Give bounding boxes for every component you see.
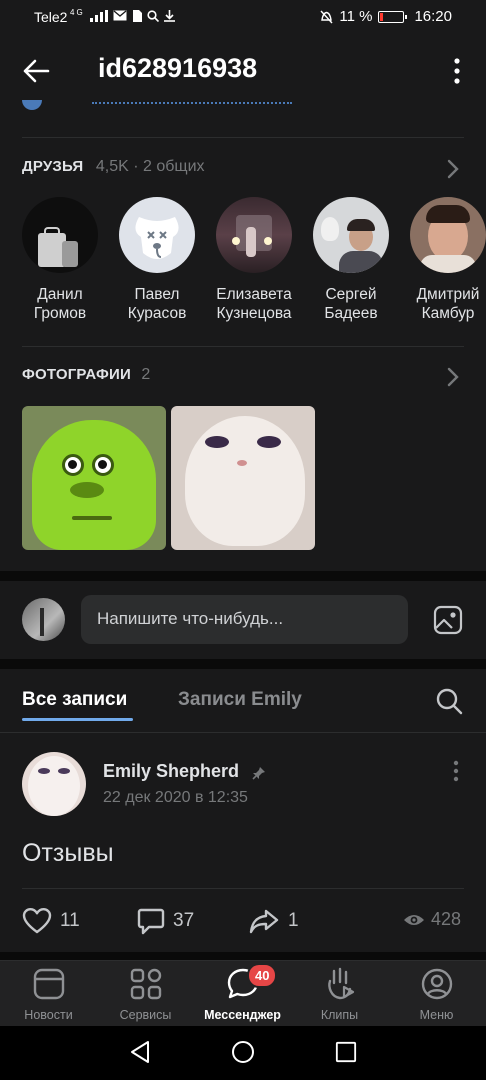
- friend-card[interactable]: Данил Громов: [12, 197, 108, 323]
- photos-section-header[interactable]: ФОТОГРАФИИ 2: [22, 366, 464, 388]
- avatar: [119, 197, 195, 273]
- post-composer-input[interactable]: Напишите что-нибудь...: [81, 595, 408, 644]
- friend-card[interactable]: Дмитрий Камбур: [400, 197, 486, 323]
- status-right: 11 % 16:20: [320, 8, 452, 25]
- like-count: 11: [60, 910, 80, 931]
- post-text: Отзывы: [22, 839, 114, 867]
- friend-card[interactable]: Сергей Бадеев: [303, 197, 399, 323]
- deactivated-dog-icon: [135, 217, 179, 259]
- services-icon: [130, 968, 161, 1000]
- post-author-avatar[interactable]: [22, 752, 86, 816]
- home-circle-icon[interactable]: [231, 1040, 255, 1064]
- avatar: [313, 197, 389, 273]
- nav-clips-label: Клипы: [320, 1008, 359, 1022]
- photos-count: 2: [141, 366, 151, 383]
- download-icon: [164, 9, 176, 22]
- divider: [22, 888, 464, 889]
- arrow-left-icon[interactable]: [22, 57, 50, 85]
- scrolled-content-remnant: [22, 100, 322, 112]
- nav-services[interactable]: Сервисы: [97, 967, 194, 1022]
- friend-name: Данил Громов: [33, 286, 87, 322]
- nav-news-label: Новости: [24, 1008, 73, 1022]
- active-tab-indicator: [22, 718, 133, 721]
- friend-name: Павел Курасов: [127, 286, 187, 322]
- recents-square-icon[interactable]: [335, 1041, 357, 1063]
- eye-icon: [404, 914, 424, 925]
- friend-name: Елизавета Кузнецова: [216, 286, 292, 322]
- nav-services-label: Сервисы: [119, 1008, 172, 1022]
- friend-card[interactable]: Павел Курасов: [109, 197, 205, 323]
- friends-count: 4,5K · 2 общих: [95, 158, 205, 175]
- tab-all-posts[interactable]: Все записи: [22, 689, 127, 711]
- mail-icon: [113, 10, 127, 21]
- tab-owner-posts[interactable]: Записи Emily: [178, 689, 302, 711]
- section-separator: [0, 952, 486, 960]
- divider: [22, 137, 464, 138]
- nav-news[interactable]: Новости: [0, 967, 97, 1022]
- back-triangle-icon[interactable]: [128, 1040, 152, 1064]
- post-header: Emily Shepherd: [103, 761, 266, 782]
- profile-icon: [421, 968, 452, 1000]
- photo-thumbnail[interactable]: [22, 406, 166, 550]
- avatar: [410, 197, 486, 273]
- avatar: [22, 197, 98, 273]
- friend-name: Дмитрий Камбур: [416, 286, 480, 322]
- news-icon: [33, 968, 64, 1000]
- share-count: 1: [288, 910, 299, 931]
- chevron-right-icon[interactable]: [446, 159, 460, 179]
- image-icon[interactable]: [433, 605, 463, 635]
- section-separator: [0, 659, 486, 669]
- divider: [0, 732, 486, 733]
- nav-menu-label: Меню: [419, 1008, 454, 1022]
- comment-count: 37: [173, 910, 195, 931]
- share-icon: [249, 909, 279, 934]
- photo-thumbnail[interactable]: [171, 406, 315, 550]
- pin-icon: [251, 766, 265, 780]
- friends-section-header[interactable]: ДРУЗЬЯ 4,5K · 2 общих: [22, 158, 464, 180]
- search-status-icon: [147, 10, 160, 22]
- avatar: [216, 197, 292, 273]
- unread-badge: 40: [247, 963, 278, 988]
- share-button[interactable]: 1: [248, 907, 299, 935]
- nav-clips[interactable]: Клипы: [291, 967, 388, 1022]
- search-icon[interactable]: [435, 687, 463, 715]
- post-author-name[interactable]: Emily Shepherd: [103, 761, 239, 781]
- views-count: 428: [431, 909, 462, 929]
- section-separator: [0, 571, 486, 581]
- clips-icon: [327, 967, 354, 1000]
- chevron-right-icon[interactable]: [446, 367, 460, 387]
- more-vertical-icon[interactable]: [452, 760, 460, 782]
- comment-button[interactable]: 37: [137, 907, 194, 935]
- status-bar: Tele2 4G 11 % 16:20: [0, 0, 486, 34]
- nav-menu[interactable]: Меню: [388, 967, 485, 1022]
- friend-name: Сергей Бадеев: [324, 286, 378, 322]
- friends-title: ДРУЗЬЯ: [22, 158, 84, 175]
- network-badge: 4G: [70, 8, 85, 17]
- battery-percent: 11 %: [339, 8, 373, 25]
- page-title: id628916938: [98, 53, 258, 83]
- photos-title: ФОТОГРАФИИ: [22, 366, 131, 383]
- nav-messenger-label: Мессенджер: [204, 1008, 281, 1022]
- carrier-label: Tele2: [34, 9, 68, 25]
- status-icons: 4G: [70, 8, 176, 22]
- profile-header: id628916938: [0, 40, 486, 100]
- views-counter: 428: [403, 909, 461, 930]
- bottom-navigation: Новости Сервисы Мессенджер 40 Клипы Меню: [0, 960, 486, 1026]
- more-vertical-icon[interactable]: [452, 58, 462, 84]
- composer-avatar[interactable]: [22, 598, 65, 641]
- sim-icon: [132, 9, 142, 22]
- mute-icon: [320, 10, 333, 23]
- clock: 16:20: [414, 8, 452, 25]
- signal-icon: [90, 9, 109, 22]
- nav-messenger[interactable]: Мессенджер 40: [194, 963, 291, 1022]
- post-date: 22 дек 2020 в 12:35: [103, 789, 248, 806]
- system-navigation-bar: [0, 1026, 486, 1080]
- like-button[interactable]: 11: [22, 907, 80, 935]
- battery-icon: [378, 10, 408, 23]
- divider: [22, 346, 464, 347]
- heart-icon: [22, 908, 52, 934]
- friend-card[interactable]: Елизавета Кузнецова: [206, 197, 302, 323]
- comment-icon: [137, 908, 165, 935]
